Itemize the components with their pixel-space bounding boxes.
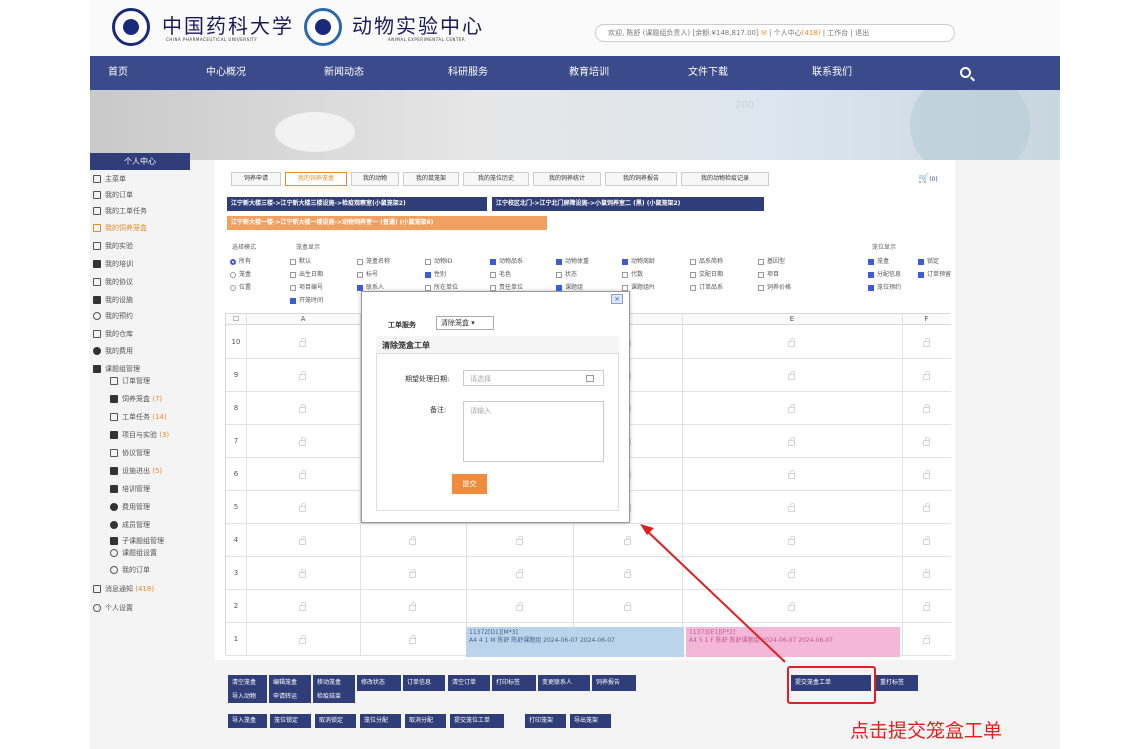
page: 中国药科大学 CHINA PHARMACEUTICAL UNIVERSITY 动… — [0, 0, 1142, 749]
checkbox-display-option[interactable]: 状态 — [556, 269, 577, 278]
checkbox-display-option[interactable]: 毛色 — [490, 269, 511, 278]
checkbox-display-option[interactable]: 课题组PI — [622, 282, 654, 291]
checkbox-display-option[interactable]: 默认 — [290, 256, 311, 265]
annotation-text: 点击提交笼盒工单 — [850, 720, 1003, 742]
checkbox-display-option[interactable]: 动物体重 — [556, 256, 589, 265]
checkbox-display-option[interactable]: 饲养价格 — [758, 282, 791, 291]
checkbox-display-option[interactable]: 动物ID — [425, 256, 452, 265]
annotation-arrow — [640, 524, 786, 663]
checkbox-display-option[interactable]: 所在单位 — [425, 282, 458, 291]
checkbox-display-option[interactable]: 项目 — [758, 269, 779, 278]
checkbox-display-option[interactable]: 开笼时间 — [290, 295, 323, 304]
checkbox-display-option[interactable]: 品系简称 — [690, 256, 723, 265]
checkbox-display-option[interactable]: 交配日期 — [690, 269, 723, 278]
checkbox-display-option[interactable]: 动物周龄 — [622, 256, 655, 265]
checkbox-display-option[interactable]: 动物品系 — [490, 256, 523, 265]
checkbox-display-option[interactable]: 责任单位 — [490, 282, 523, 291]
checkbox-display-option[interactable]: 性别 — [425, 269, 446, 278]
checkbox-display-option[interactable]: 标号 — [357, 269, 378, 278]
checkbox-display-option[interactable]: 代数 — [622, 269, 643, 278]
checkbox-display-option[interactable]: 课题组 — [556, 282, 583, 291]
checkbox-display-option[interactable]: 笼盒名称 — [357, 256, 390, 265]
checkbox-display-option[interactable]: 订单品系 — [690, 282, 723, 291]
checkbox-display-option[interactable]: 项目编号 — [290, 282, 323, 291]
checkbox-display-option[interactable]: 出生日期 — [290, 269, 323, 278]
checkbox-display-option[interactable]: 联系人 — [357, 282, 384, 291]
checkbox-display-option[interactable]: 基因型 — [758, 256, 785, 265]
